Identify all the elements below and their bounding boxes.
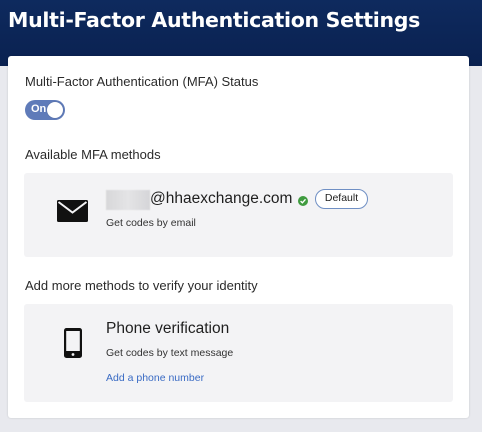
add-phone-number-link[interactable]: Add a phone number xyxy=(106,372,204,384)
add-methods-heading: Add more methods to verify your identity xyxy=(25,278,258,293)
mfa-status-toggle[interactable]: On xyxy=(25,100,65,120)
toggle-state-text: On xyxy=(31,103,47,115)
phone-method-description: Get codes by text message xyxy=(106,347,234,359)
mfa-status-label: Multi-Factor Authentication (MFA) Status xyxy=(25,74,259,89)
settings-panel: Multi-Factor Authentication (MFA) Status… xyxy=(8,56,469,418)
page-title: Multi-Factor Authentication Settings xyxy=(8,8,421,32)
default-badge: Default xyxy=(315,189,368,209)
toggle-knob xyxy=(47,102,63,118)
phone-verification-title: Phone verification xyxy=(106,320,230,337)
smartphone-icon xyxy=(64,328,82,358)
email-method-description: Get codes by email xyxy=(106,217,196,229)
email-method-card: @hhaexchange.com Default Get codes by em… xyxy=(24,173,453,257)
check-circle-icon xyxy=(298,196,308,206)
mfa-settings-page: Multi-Factor Authentication Settings Mul… xyxy=(0,0,482,432)
email-address: @hhaexchange.com xyxy=(150,190,293,207)
redacted-email-user xyxy=(106,190,150,210)
envelope-icon xyxy=(57,200,88,222)
available-methods-heading: Available MFA methods xyxy=(25,147,161,162)
phone-method-card: Phone verification Get codes by text mes… xyxy=(24,304,453,402)
